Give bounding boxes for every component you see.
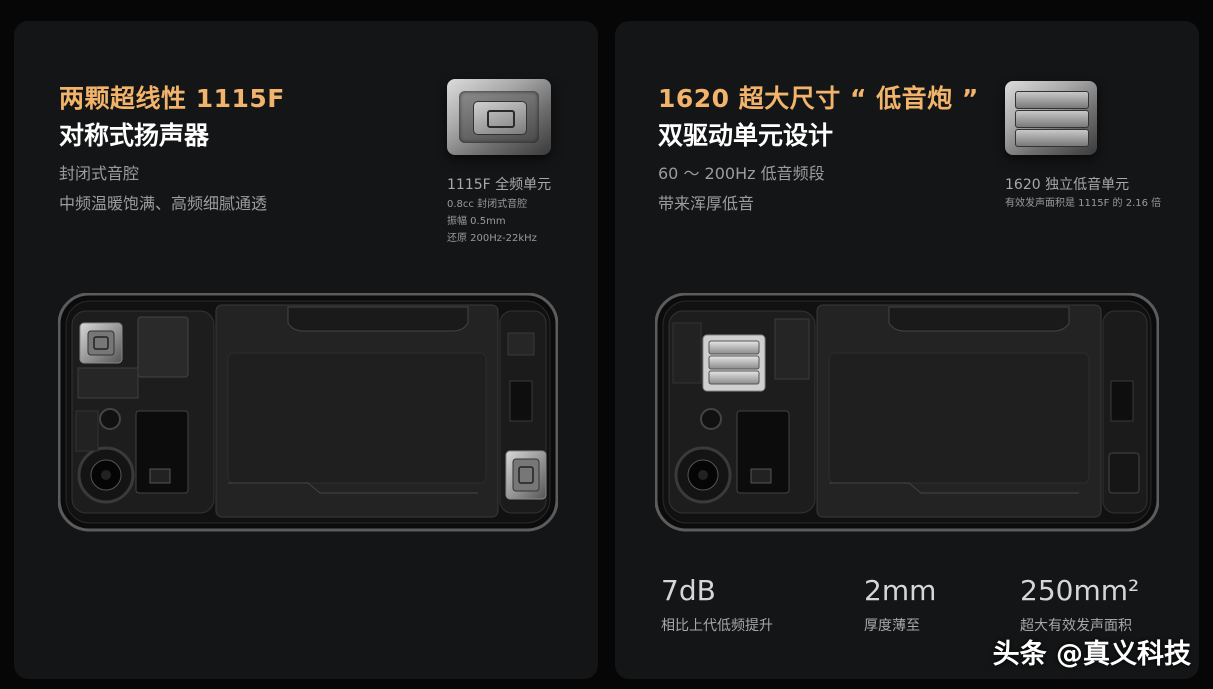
stat-value: 250mm² <box>1020 574 1140 607</box>
feature-desc-line2: 中频温暖饱满、高频细腻通透 <box>59 194 268 213</box>
feature-title: 对称式扬声器 <box>59 121 210 150</box>
phone-internals-image <box>655 293 1159 532</box>
feature-title: 双驱动单元设计 <box>658 121 834 150</box>
speaker-chip-icon <box>447 79 551 155</box>
stat-label: 相比上代低频提升 <box>661 618 773 634</box>
bass-feature-panel: 1620 超大尺寸 “ 低音炮 ” 双驱动单元设计 60 ～ 200Hz 低音频… <box>615 21 1199 679</box>
feature-desc-line1: 60 ～ 200Hz 低音频段 <box>658 164 825 183</box>
spec-name: 1115F 全频单元 <box>447 177 552 193</box>
feature-title-highlight: 1620 超大尺寸 “ 低音炮 ” <box>658 84 979 113</box>
speaker-feature-panel: 两颗超线性 1115F 对称式扬声器 封闭式音腔 中频温暖饱满、高频细腻通透 1… <box>14 21 598 679</box>
spec-detail: 有效发声面积是 1115F 的 2.16 倍 <box>1005 198 1162 209</box>
spec-name: 1620 独立低音单元 <box>1005 177 1130 193</box>
spec-detail: 0.8cc 封闭式音腔 <box>447 199 528 210</box>
stat-value: 7dB <box>661 574 716 607</box>
bass-chip-icon <box>1005 81 1097 155</box>
phone-internals-image <box>58 293 558 532</box>
spec-detail: 还原 200Hz-22kHz <box>447 233 537 244</box>
feature-desc-line1: 封闭式音腔 <box>59 164 140 183</box>
stat-value: 2mm <box>864 574 937 607</box>
feature-desc-line2: 带来浑厚低音 <box>658 194 755 213</box>
stat-label: 厚度薄至 <box>864 618 920 634</box>
feature-title-highlight: 两颗超线性 1115F <box>59 84 285 113</box>
spec-detail: 振幅 0.5mm <box>447 216 506 227</box>
watermark: 头条 @真义科技 <box>992 639 1191 670</box>
